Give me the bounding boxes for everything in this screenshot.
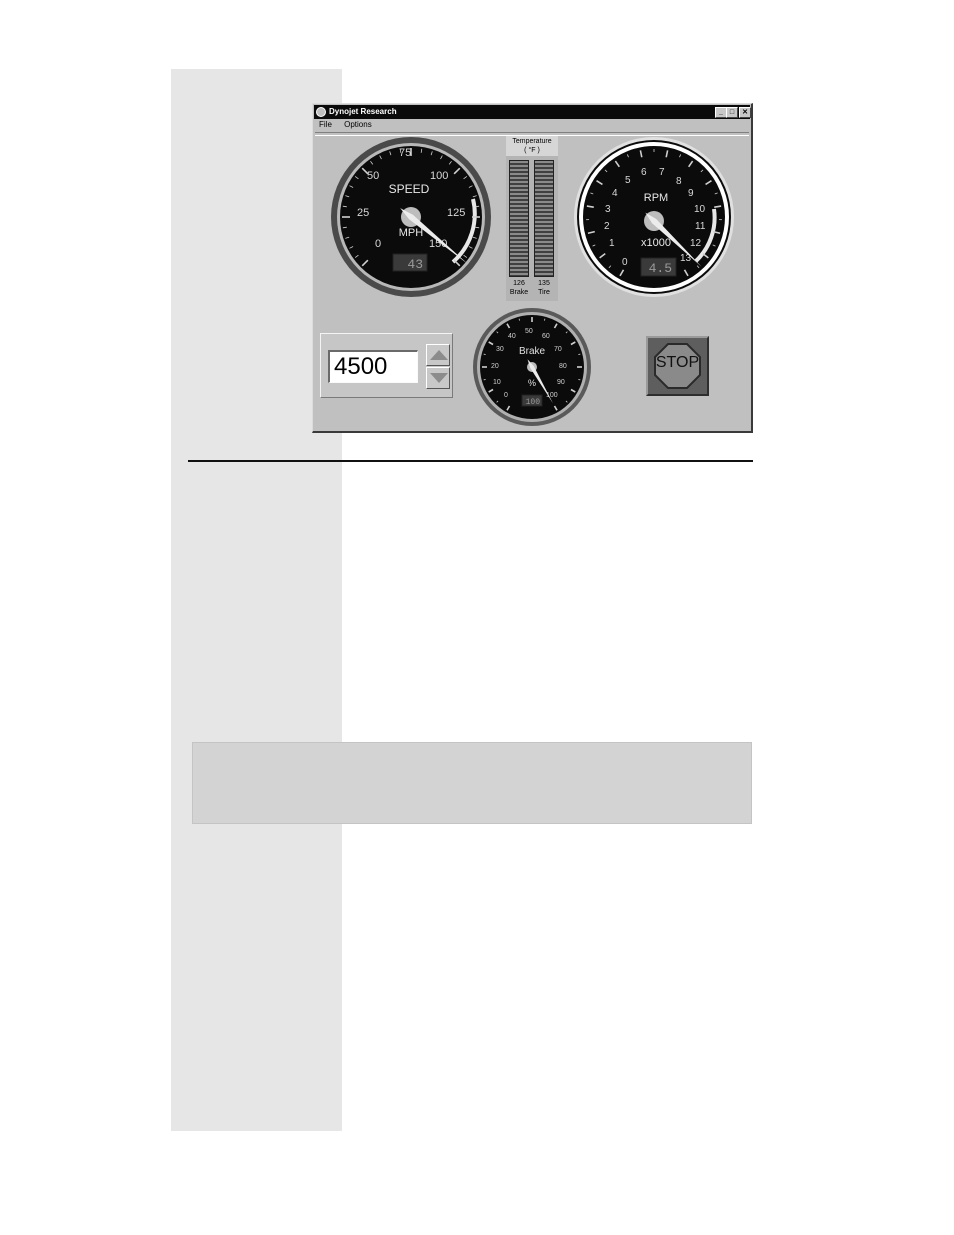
- tick-mark: [544, 318, 546, 321]
- brake-tick-10: 10: [493, 379, 501, 386]
- rpm-tick-9: 9: [688, 188, 694, 199]
- tick-mark: [578, 353, 581, 355]
- rpm-setpoint-input[interactable]: 4500: [328, 350, 418, 383]
- tire-temp-label: Tire: [538, 289, 550, 296]
- brake-tick-90: 90: [557, 379, 565, 386]
- rpm-tick-10: 10: [694, 204, 706, 215]
- rpm-tick-12: 12: [690, 238, 702, 249]
- tick-mark: [518, 318, 520, 321]
- arrow-up-icon: [430, 350, 448, 360]
- brake-gauge: 0 10 20 30 40 50 60 70 80 90 100 Brake %…: [473, 308, 591, 426]
- stop-button-label: STOP: [655, 354, 700, 371]
- brake-tick-30: 30: [496, 346, 504, 353]
- rpm-gauge: 0 1 2 3 4 5 6 7 8 9 10 11 12 13 RPM x100…: [574, 137, 734, 297]
- brake-tick-50: 50: [525, 328, 533, 335]
- speed-tick-75: 75: [399, 147, 411, 159]
- rpm-tick-7: 7: [659, 167, 665, 178]
- speed-tick-25: 25: [357, 207, 369, 219]
- brake-temp-bar: [509, 160, 529, 277]
- rpm-tick-6: 6: [641, 167, 647, 178]
- rpm-readout: 4.5: [649, 261, 672, 276]
- rpm-tick-3: 3: [605, 204, 611, 215]
- decrement-button[interactable]: [426, 367, 450, 389]
- tire-temp-bar: [534, 160, 554, 277]
- rpm-setpoint-panel: 4500: [320, 333, 453, 398]
- note-box: [192, 742, 752, 824]
- brake-tick-100: 100: [546, 392, 558, 399]
- speed-gauge: 75 50 100 25 125 0 150 SPEED MPH 43: [331, 137, 491, 297]
- brake-gauge-unit: %: [528, 378, 536, 388]
- tick-mark: [483, 379, 486, 381]
- temperature-panel: Temperature ( °F ) 126 135 Brake Tire: [506, 136, 558, 301]
- increment-button[interactable]: [426, 344, 450, 366]
- speed-tick-125: 125: [447, 207, 465, 219]
- brake-tick-20: 20: [491, 363, 499, 370]
- brake-tick-40: 40: [508, 333, 516, 340]
- tick-mark: [483, 353, 486, 355]
- temperature-unit: ( °F ): [524, 147, 540, 154]
- rpm-tick-5: 5: [625, 175, 631, 186]
- brake-temp-value: 126: [513, 280, 525, 287]
- brake-tick-0: 0: [504, 392, 508, 399]
- tick-mark: [714, 205, 722, 209]
- rpm-gauge-multiplier: x1000: [641, 237, 671, 249]
- speed-tick-100: 100: [430, 170, 448, 182]
- temperature-title: Temperature: [512, 138, 552, 145]
- rpm-tick-8: 8: [676, 176, 682, 187]
- rpm-tick-2: 2: [604, 221, 610, 232]
- arrow-down-icon: [430, 373, 448, 383]
- brake-tick-80: 80: [559, 363, 567, 370]
- app-window: Dynojet Research _ □ ✕ File Options 75 5…: [312, 103, 753, 433]
- tick-mark: [578, 379, 581, 381]
- brake-readout: 100: [526, 398, 541, 407]
- speed-gauge-unit: MPH: [399, 227, 424, 239]
- brake-tick-70: 70: [554, 346, 562, 353]
- speed-tick-50: 50: [367, 170, 379, 182]
- stop-button[interactable]: STOP: [646, 336, 709, 396]
- rpm-tick-11: 11: [695, 221, 706, 232]
- tick-mark: [586, 205, 594, 209]
- rpm-gauge-title: RPM: [644, 192, 668, 204]
- brake-gauge-title: Brake: [519, 346, 546, 357]
- tire-temp-value: 135: [538, 280, 550, 287]
- rpm-tick-1: 1: [609, 238, 615, 249]
- rpm-tick-0: 0: [622, 257, 628, 268]
- speed-tick-0: 0: [375, 238, 381, 250]
- speed-readout: 43: [407, 257, 423, 272]
- rpm-tick-4: 4: [612, 188, 618, 199]
- brake-tick-60: 60: [542, 333, 550, 340]
- temperature-header: Temperature ( °F ): [506, 136, 558, 156]
- brake-temp-label: Brake: [509, 289, 529, 296]
- speed-gauge-title: SPEED: [389, 182, 430, 196]
- horizontal-rule: [188, 460, 753, 462]
